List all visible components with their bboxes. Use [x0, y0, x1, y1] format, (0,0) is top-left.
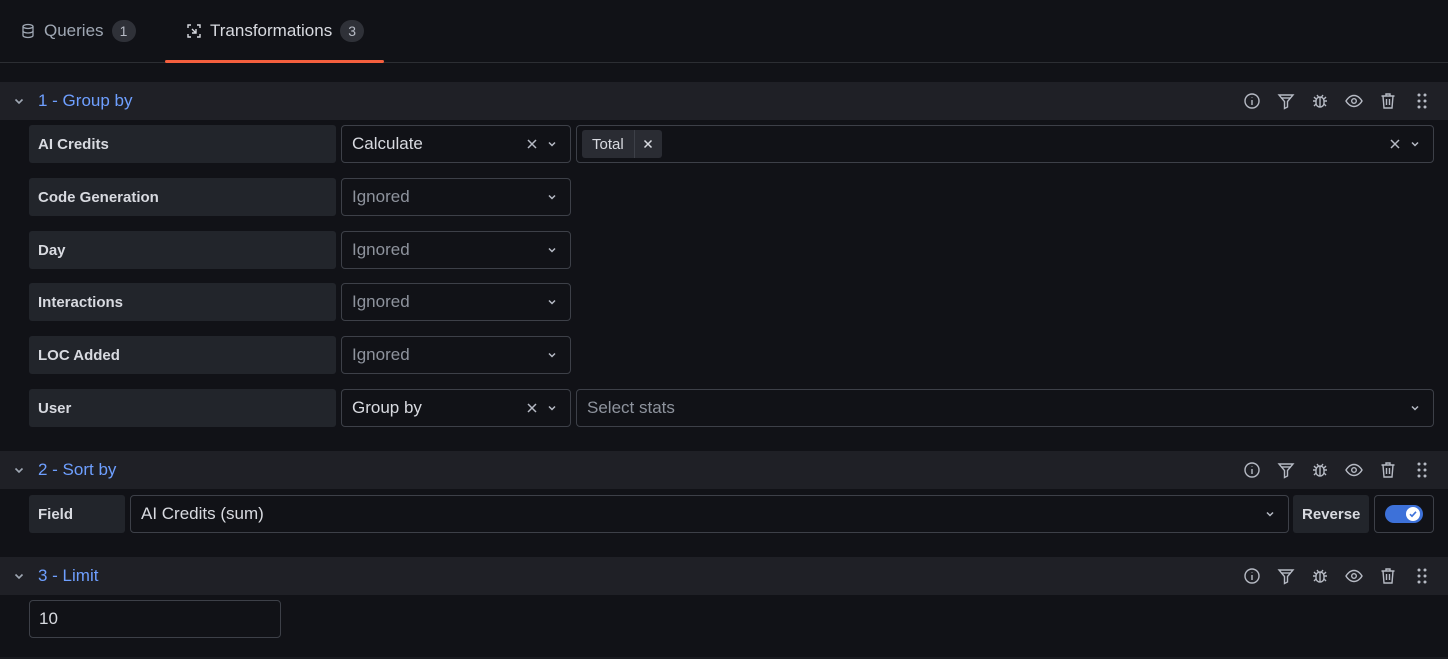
select-value: Ignored [352, 292, 410, 311]
drag-handle-icon[interactable] [1412, 460, 1432, 480]
aggregation-select[interactable]: Ignored [341, 336, 571, 374]
editor-tabs: Queries 1 Transformations 3 [0, 0, 1448, 63]
field-label: Day [29, 231, 336, 269]
trash-icon[interactable] [1378, 566, 1398, 586]
stat-chip-label: Total [592, 135, 624, 153]
sort-field-label: Field [29, 495, 125, 533]
reverse-toggle-container [1374, 495, 1434, 533]
transformation-header-limit[interactable]: 3 - Limit [0, 557, 1448, 595]
transformation-header-sort-by[interactable]: 2 - Sort by [0, 451, 1448, 489]
trash-icon[interactable] [1378, 91, 1398, 111]
tab-transformations-count: 3 [340, 20, 365, 42]
filter-icon[interactable] [1276, 460, 1296, 480]
chevron-down-icon[interactable] [12, 569, 26, 583]
chevron-down-icon[interactable] [1264, 508, 1276, 520]
aggregation-select[interactable]: Ignored [341, 283, 571, 321]
chevron-down-icon[interactable] [1409, 402, 1421, 414]
transformation-actions [1242, 91, 1432, 111]
chevron-down-icon[interactable] [546, 349, 558, 361]
bug-icon[interactable] [1310, 460, 1330, 480]
reverse-label: Reverse [1293, 495, 1369, 533]
select-value: Group by [352, 398, 422, 417]
transformation-title: 2 - Sort by [38, 460, 117, 479]
aggregation-select[interactable]: Ignored [341, 231, 571, 269]
toggle-knob [1406, 507, 1420, 521]
aggregation-select[interactable]: Group by [341, 389, 571, 427]
transformation-actions [1242, 566, 1432, 586]
stats-select[interactable]: Select stats [576, 389, 1434, 427]
select-value: Ignored [352, 345, 410, 364]
remove-chip-button[interactable] [633, 130, 662, 158]
chevron-down-icon[interactable] [546, 244, 558, 256]
select-value: Ignored [352, 240, 410, 259]
stats-placeholder: Select stats [587, 398, 675, 417]
clear-icon[interactable] [526, 138, 538, 150]
transform-icon [187, 24, 201, 38]
drag-handle-icon[interactable] [1412, 91, 1432, 111]
chevron-down-icon[interactable] [12, 463, 26, 477]
stat-chip: Total [582, 130, 662, 158]
bug-icon[interactable] [1310, 91, 1330, 111]
clear-icon[interactable] [1389, 138, 1401, 150]
tab-transformations[interactable]: Transformations 3 [165, 0, 385, 63]
transformation-title: 3 - Limit [38, 566, 99, 585]
field-label: Code Generation [29, 178, 336, 216]
tab-queries[interactable]: Queries 1 [20, 0, 136, 62]
check-icon [1409, 511, 1417, 518]
trash-icon[interactable] [1378, 460, 1398, 480]
tab-queries-label: Queries [44, 21, 104, 40]
field-label: AI Credits [29, 125, 336, 163]
field-label: Interactions [29, 283, 336, 321]
stats-select[interactable]: Total [576, 125, 1434, 163]
chevron-down-icon[interactable] [546, 191, 558, 203]
field-label: LOC Added [29, 336, 336, 374]
aggregation-select[interactable]: Calculate [341, 125, 571, 163]
drag-handle-icon[interactable] [1412, 566, 1432, 586]
database-icon [22, 23, 34, 39]
info-icon[interactable] [1242, 566, 1262, 586]
close-icon [644, 139, 653, 149]
transformation-actions [1242, 460, 1432, 480]
transformation-header-group-by[interactable]: 1 - Group by [0, 82, 1448, 120]
tab-transformations-label: Transformations [210, 21, 333, 40]
select-value: Calculate [352, 134, 423, 153]
tab-queries-count: 1 [111, 20, 136, 42]
chevron-down-icon[interactable] [546, 402, 558, 414]
limit-input[interactable] [29, 600, 281, 638]
field-label: User [29, 389, 336, 427]
sort-field-select[interactable]: AI Credits (sum) [130, 495, 1289, 533]
chevron-down-icon[interactable] [1409, 138, 1421, 150]
reverse-toggle[interactable] [1385, 505, 1423, 523]
eye-icon[interactable] [1344, 460, 1364, 480]
eye-icon[interactable] [1344, 566, 1364, 586]
filter-icon[interactable] [1276, 91, 1296, 111]
chevron-down-icon[interactable] [546, 138, 558, 150]
bug-icon[interactable] [1310, 566, 1330, 586]
clear-icon[interactable] [526, 402, 538, 414]
info-icon[interactable] [1242, 460, 1262, 480]
filter-icon[interactable] [1276, 566, 1296, 586]
select-value: Ignored [352, 187, 410, 206]
info-icon[interactable] [1242, 91, 1262, 111]
eye-icon[interactable] [1344, 91, 1364, 111]
aggregation-select[interactable]: Ignored [341, 178, 571, 216]
transformation-title: 1 - Group by [38, 91, 133, 110]
select-value: AI Credits (sum) [141, 504, 264, 523]
chevron-down-icon[interactable] [12, 94, 26, 108]
chevron-down-icon[interactable] [546, 296, 558, 308]
